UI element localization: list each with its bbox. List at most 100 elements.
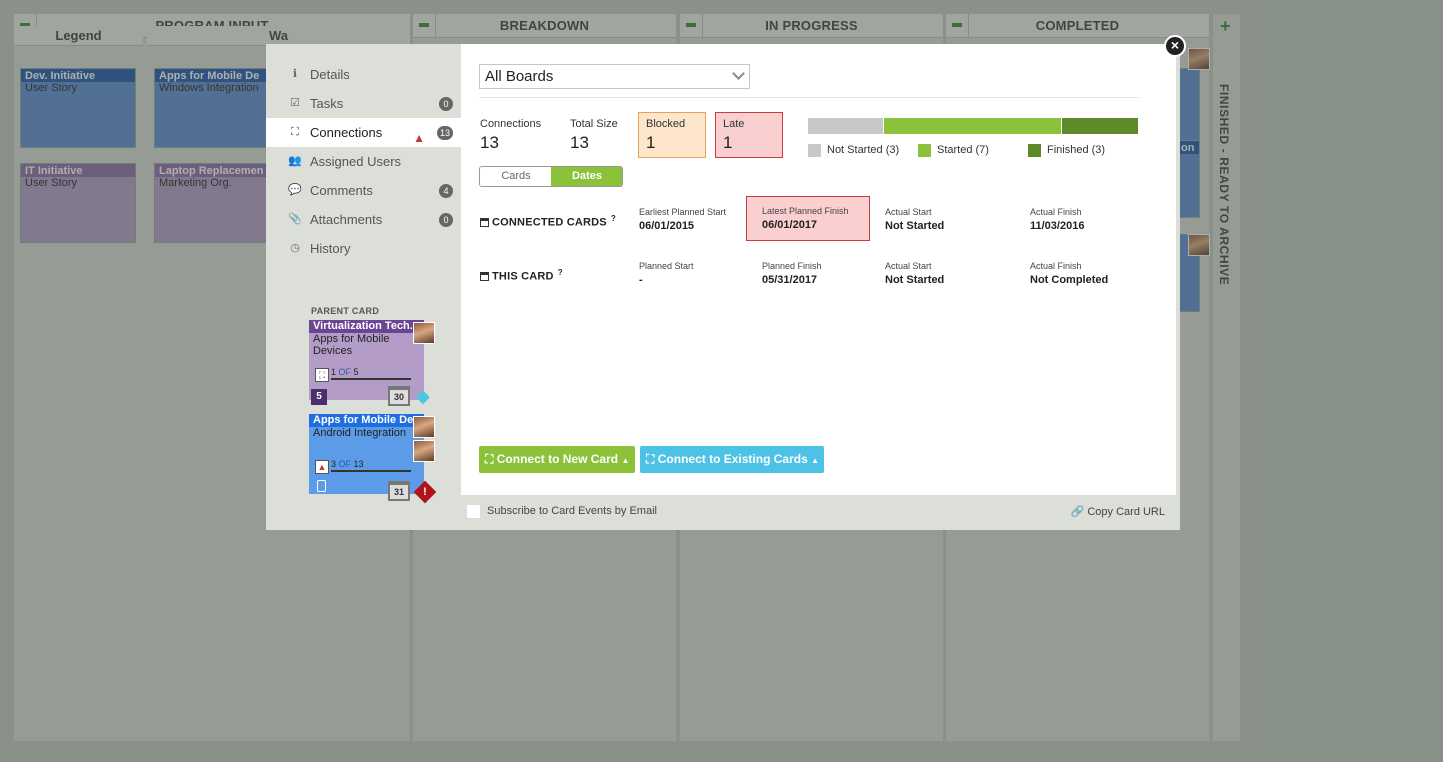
card-title: Virtualization Tech. [309,320,424,333]
comments-count-badge: 4 [439,184,453,198]
nav-label: Tasks [310,96,344,111]
date-value: 05/31/2017 [762,274,818,286]
mobile-icon [317,480,326,492]
late-stat[interactable]: Late 1 [715,112,783,158]
blocked-stat[interactable]: Blocked 1 [638,112,706,158]
parent-card-label: PARENT CARD [311,306,380,316]
nav-label: Comments [310,183,373,198]
connected-actual-start: Actual Start Not Started [885,207,944,232]
date-label: Actual Finish [1030,261,1082,271]
nav-label: Details [310,67,350,82]
stat-value: 1 [723,133,733,152]
subscribe-checkbox[interactable] [466,504,481,519]
help-icon[interactable]: ? [611,214,616,223]
latest-planned-finish: Latest Planned Finish 06/01/2017 [746,196,870,241]
calendar-icon [480,271,489,281]
avatar [413,416,435,438]
cards-view-tab[interactable]: Cards [480,167,552,186]
date-value: - [639,274,643,286]
board-filter-value: All Boards [485,68,554,85]
divider [479,97,1139,98]
connect-new-card-button[interactable]: ⛶ Connect to New Card ▲ [479,446,635,473]
help-icon[interactable]: ? [558,268,563,277]
date-value: 11/03/2016 [1030,220,1085,232]
nav-tasks[interactable]: ☑ Tasks 0 [266,89,461,118]
nav-attachments[interactable]: 📎 Attachments 0 [266,205,461,234]
attachments-count-badge: 0 [439,213,453,227]
date-label: Latest Planned Finish [762,206,849,216]
date-label: Actual Start [885,261,932,271]
progress-of: OF [338,367,352,377]
this-card-label: THIS CARD? [480,268,563,283]
hierarchy-icon: ⛶ [315,368,329,382]
caret-up-icon: ▲ [621,456,630,465]
stat-label: Total Size [570,118,618,130]
section-title: THIS CARD [492,270,554,283]
copy-url-label: Copy Card URL [1087,506,1165,518]
stat-label: Late [723,118,745,130]
tasks-count-badge: 0 [439,97,453,111]
hierarchy-icon: ⛶ [485,452,494,466]
date-label: Actual Finish [1030,207,1082,217]
date-value: Not Started [885,220,945,232]
button-label: Connect to Existing Cards [657,452,808,466]
status-progress-bar [808,118,1138,134]
copy-card-url-link[interactable]: 🔗 Copy Card URL [1071,505,1165,518]
nav-comments[interactable]: 💬 Comments 4 [266,176,461,205]
earliest-planned-start: Earliest Planned Start 06/01/2015 [639,207,726,232]
date-value: Not Completed [1030,274,1109,286]
card-subtitle: Apps for Mobile Devices [313,333,390,357]
legend-label: Not Started (3) [827,144,900,156]
started-segment [884,118,1061,134]
avatar [413,322,435,344]
nav-details[interactable]: ℹ Details [266,60,461,89]
connections-stat: Connections 13 [480,118,541,153]
stat-value: 13 [570,133,589,152]
blocked-icon: ! [413,480,437,504]
legend-started: Started (7) [918,144,989,157]
card-title: Apps for Mobile De [309,414,424,427]
warning-icon: ▲ [315,460,329,474]
comment-icon: 💬 [288,184,302,196]
legend-swatch [918,144,931,157]
stat-value: 1 [646,133,656,152]
progress-done: 3 [331,459,337,469]
dates-view-tab[interactable]: Dates [551,167,622,186]
link-icon: 🔗 [1070,506,1085,518]
calendar-icon: 30 [388,386,410,406]
nav-label: Connections [310,125,383,140]
card-subtitle: Android Integration [313,427,406,439]
caret-up-icon: ▲ [811,456,820,465]
child-progress: 3 OF 13 [331,459,411,472]
legend-not-started: Not Started (3) [808,144,900,157]
close-icon[interactable]: × [1164,35,1186,57]
progress-total: 5 [353,367,359,377]
subscribe-label: Subscribe to Card Events by Email [487,505,657,517]
avatar [413,440,435,462]
progress-done: 1 [331,367,337,377]
legend-swatch [808,144,821,157]
size-badge: 5 [311,389,327,405]
date-value: 06/01/2017 [762,219,818,231]
date-value: 06/01/2015 [639,220,695,232]
date-label: Planned Start [639,261,694,271]
stat-label: Connections [480,118,542,130]
connected-actual-finish: Actual Finish 11/03/2016 [1030,207,1084,232]
button-label: Connect to New Card [496,452,619,466]
nav-connections[interactable]: ⛶ Connections ▲ 13 [266,118,461,147]
view-toggle: Cards Dates [479,166,623,187]
connected-cards-label: CONNECTED CARDS? [480,214,616,229]
board-filter-select[interactable]: All Boards [479,64,750,89]
nav-assigned-users[interactable]: 👥 Assigned Users [266,147,461,176]
child-progress: 1 OF 5 [331,367,411,380]
section-title: CONNECTED CARDS [492,216,607,229]
nav-label: Assigned Users [310,154,402,169]
card-side-nav: ℹ Details ☑ Tasks 0 ⛶ Connections ▲ 13 👥… [266,60,461,263]
nav-history[interactable]: ◷ History [266,234,461,263]
nav-label: History [310,241,351,256]
progress-total: 13 [353,459,364,469]
connect-existing-cards-button[interactable]: ⛶ Connect to Existing Cards ▲ [640,446,824,473]
date-value: Not Started [885,274,945,286]
connections-panel: All Boards Connections 13 Total Size 13 … [461,44,1176,495]
connections-count-badge: 13 [436,126,453,140]
